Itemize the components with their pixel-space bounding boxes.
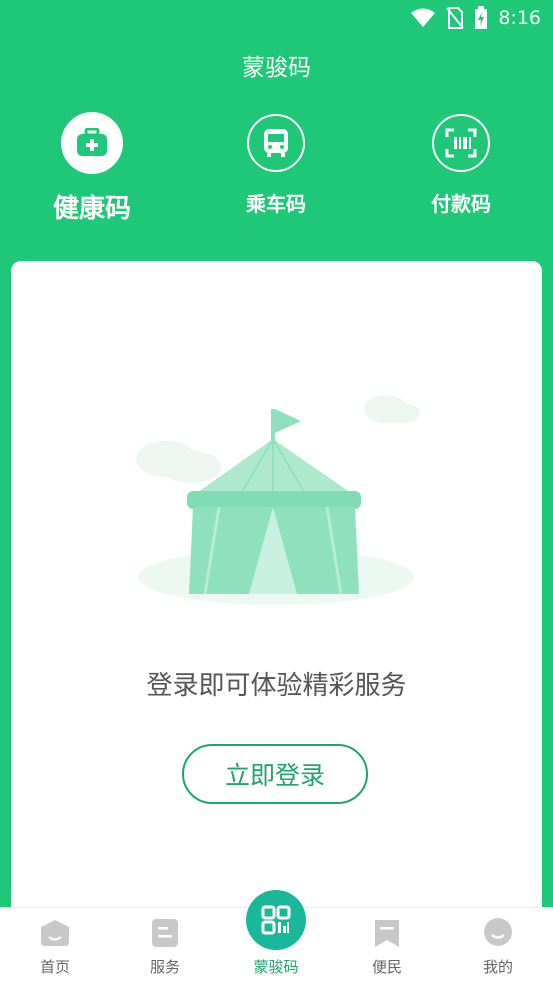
- nav-label: 首页: [39, 958, 70, 976]
- service-icon: [152, 919, 178, 947]
- bookmark-icon: [375, 920, 399, 947]
- page-title: 蒙骏码: [242, 55, 311, 81]
- status-bar: 8:16: [0, 0, 553, 38]
- wifi-icon: [411, 8, 436, 27]
- nav-label: 蒙骏码: [253, 958, 299, 976]
- tab-label: 健康码: [52, 194, 131, 224]
- battery-charging-icon: [475, 6, 488, 29]
- no-sim-icon: [446, 7, 465, 29]
- nav-label: 便民: [371, 958, 402, 976]
- tab-payment-code[interactable]: 付款码: [391, 112, 531, 217]
- content-card: 登录即可体验精彩服务 立即登录: [11, 261, 542, 921]
- nav-item-convenience[interactable]: 便民: [332, 908, 442, 983]
- tent-empty-illustration: [136, 395, 420, 605]
- qr-code-icon: [246, 890, 306, 950]
- bottom-nav: 首页 服务 蒙骏码 便民 我的: [0, 890, 553, 983]
- login-prompt: 登录即可体验精彩服务: [146, 671, 407, 701]
- code-tabs: 健康码 乘车码 付款码: [0, 112, 553, 232]
- nav-item-service[interactable]: 服务: [110, 908, 220, 983]
- status-time: 8:16: [498, 7, 541, 29]
- bus-icon: [247, 114, 305, 172]
- medical-kit-icon: [61, 112, 123, 174]
- tab-health-code[interactable]: 健康码: [22, 112, 162, 225]
- nav-label: 服务: [149, 958, 180, 976]
- home-icon: [41, 920, 69, 946]
- nav-item-profile[interactable]: 我的: [443, 908, 553, 983]
- tab-label: 付款码: [431, 192, 491, 216]
- profile-icon: [484, 918, 512, 946]
- nav-item-home[interactable]: 首页: [0, 908, 110, 983]
- nav-item-code[interactable]: 蒙骏码: [221, 890, 331, 983]
- login-button[interactable]: 立即登录: [182, 744, 368, 804]
- barcode-scan-icon: [432, 114, 490, 172]
- nav-label: 我的: [482, 958, 513, 976]
- tab-label: 乘车码: [246, 192, 306, 216]
- tab-bus-code[interactable]: 乘车码: [206, 112, 346, 217]
